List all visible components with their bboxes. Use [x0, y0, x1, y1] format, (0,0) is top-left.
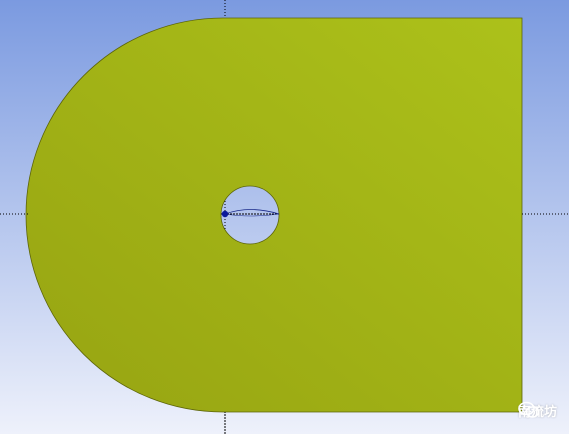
wechat-icon	[518, 401, 540, 418]
origin-vertex[interactable]	[221, 210, 229, 218]
graphics-viewport[interactable]: 南流坊	[0, 0, 569, 434]
model-canvas[interactable]	[0, 0, 569, 434]
watermark: 南流坊	[518, 401, 557, 420]
